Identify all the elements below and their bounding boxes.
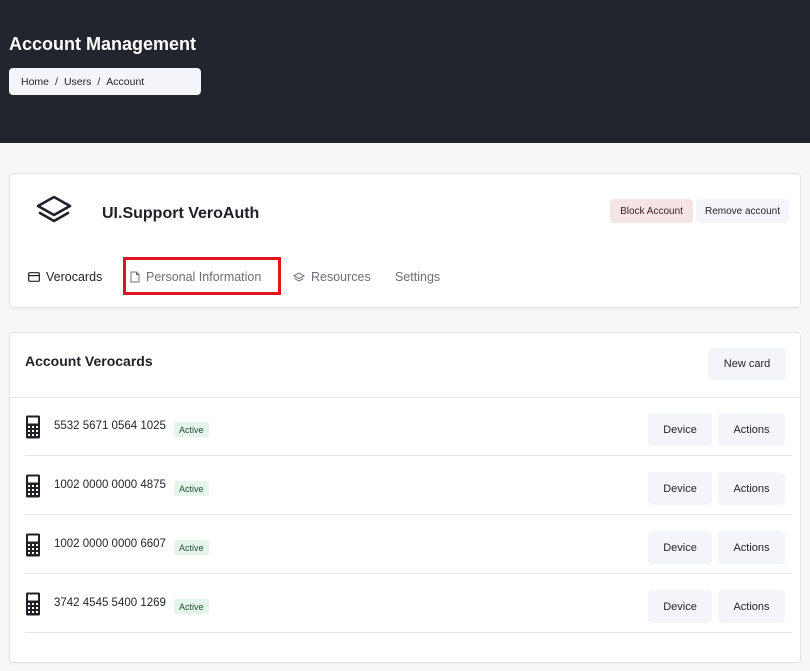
status-badge: Active — [174, 599, 209, 614]
breadcrumb-account: Account — [106, 75, 145, 88]
page-header: Account Management Home / Users / Accoun… — [0, 0, 810, 143]
tab-verocards[interactable]: Verocards — [28, 262, 102, 292]
calculator-device-icon — [26, 415, 40, 439]
card-icon — [28, 272, 40, 282]
card-number: 3742 4545 5400 1269 — [54, 597, 166, 609]
account-profile-card: UI.Support VeroAuth Block Account Remove… — [9, 173, 801, 308]
card-number: 1002 0000 0000 4875 — [54, 479, 166, 491]
device-button[interactable]: Device — [648, 590, 712, 623]
status-badge: Active — [174, 481, 209, 496]
section-title: Account Verocards — [25, 353, 153, 369]
tab-label: Settings — [395, 270, 441, 284]
remove-account-button[interactable]: Remove account — [696, 199, 789, 223]
actions-button[interactable]: Actions — [718, 413, 785, 446]
page-title: Account Management — [9, 34, 197, 54]
block-account-button[interactable]: Block Account — [610, 199, 693, 223]
status-badge: Active — [174, 422, 209, 437]
layers-icon — [293, 271, 305, 282]
table-row: 3742 4545 5400 1269 Active Device Action… — [25, 575, 792, 633]
table-row: 5532 5671 0564 1025 Active Device Action… — [25, 398, 792, 456]
device-button[interactable]: Device — [648, 413, 712, 446]
verocards-list-card: Account Verocards New card 5532 5671 056… — [9, 332, 801, 663]
account-name: UI.Support VeroAuth — [102, 205, 260, 222]
status-badge: Active — [174, 540, 209, 555]
actions-button[interactable]: Actions — [718, 531, 785, 564]
highlight-box — [123, 257, 281, 295]
new-card-button[interactable]: New card — [708, 348, 786, 380]
card-number: 5532 5671 0564 1025 — [54, 420, 166, 432]
breadcrumb-separator: / — [55, 75, 58, 88]
tab-label: Resources — [311, 270, 371, 284]
calculator-device-icon — [26, 592, 40, 616]
calculator-device-icon — [26, 474, 40, 498]
breadcrumb-separator: / — [97, 75, 101, 88]
card-number: 1002 0000 0000 6607 — [54, 538, 166, 550]
breadcrumb-home[interactable]: Home — [21, 76, 49, 88]
breadcrumb: Home / Users / Account — [9, 68, 201, 95]
table-row: 1002 0000 0000 4875 Active Device Action… — [25, 457, 792, 515]
device-button[interactable]: Device — [648, 531, 712, 564]
tab-resources[interactable]: Resources — [293, 262, 371, 292]
tab-label: Verocards — [46, 270, 103, 284]
table-row: 1002 0000 0000 6607 Active Device Action… — [25, 516, 792, 574]
calculator-device-icon — [26, 533, 40, 557]
actions-button[interactable]: Actions — [718, 590, 785, 623]
device-button[interactable]: Device — [648, 472, 712, 505]
actions-button[interactable]: Actions — [718, 472, 785, 505]
tab-settings[interactable]: Settings — [395, 262, 440, 292]
breadcrumb-users[interactable]: Users — [64, 76, 91, 88]
layers-stack-icon — [36, 195, 72, 223]
